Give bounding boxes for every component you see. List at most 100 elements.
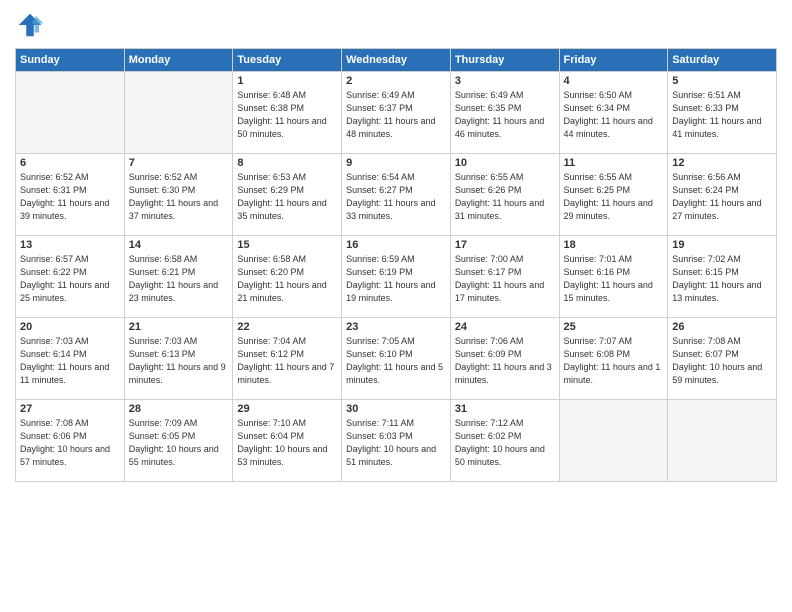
day-number: 14 — [129, 239, 229, 251]
day-number: 20 — [20, 321, 120, 333]
cell-info: Sunrise: 6:51 AMSunset: 6:33 PMDaylight:… — [672, 89, 772, 141]
cell-info: Sunrise: 6:52 AMSunset: 6:31 PMDaylight:… — [20, 171, 120, 223]
day-number: 15 — [237, 239, 337, 251]
cell-info: Sunrise: 6:55 AMSunset: 6:26 PMDaylight:… — [455, 171, 555, 223]
cell-info: Sunrise: 6:58 AMSunset: 6:21 PMDaylight:… — [129, 253, 229, 305]
calendar-table: SundayMondayTuesdayWednesdayThursdayFrid… — [15, 48, 777, 482]
logo — [15, 10, 47, 40]
day-header-thursday: Thursday — [450, 49, 559, 72]
day-number: 28 — [129, 403, 229, 415]
cell-info: Sunrise: 6:49 AMSunset: 6:35 PMDaylight:… — [455, 89, 555, 141]
calendar-cell: 27 Sunrise: 7:08 AMSunset: 6:06 PMDaylig… — [16, 400, 125, 482]
day-number: 17 — [455, 239, 555, 251]
cell-info: Sunrise: 7:03 AMSunset: 6:14 PMDaylight:… — [20, 335, 120, 387]
calendar-cell: 9 Sunrise: 6:54 AMSunset: 6:27 PMDayligh… — [342, 154, 451, 236]
cell-info: Sunrise: 7:08 AMSunset: 6:07 PMDaylight:… — [672, 335, 772, 387]
day-number: 10 — [455, 157, 555, 169]
week-row-3: 20 Sunrise: 7:03 AMSunset: 6:14 PMDaylig… — [16, 318, 777, 400]
calendar-cell: 10 Sunrise: 6:55 AMSunset: 6:26 PMDaylig… — [450, 154, 559, 236]
calendar-cell: 1 Sunrise: 6:48 AMSunset: 6:38 PMDayligh… — [233, 72, 342, 154]
cell-info: Sunrise: 7:02 AMSunset: 6:15 PMDaylight:… — [672, 253, 772, 305]
calendar-cell: 7 Sunrise: 6:52 AMSunset: 6:30 PMDayligh… — [124, 154, 233, 236]
calendar-cell: 4 Sunrise: 6:50 AMSunset: 6:34 PMDayligh… — [559, 72, 668, 154]
day-number: 22 — [237, 321, 337, 333]
calendar-cell: 14 Sunrise: 6:58 AMSunset: 6:21 PMDaylig… — [124, 236, 233, 318]
cell-info: Sunrise: 6:55 AMSunset: 6:25 PMDaylight:… — [564, 171, 664, 223]
day-number: 8 — [237, 157, 337, 169]
calendar-cell — [559, 400, 668, 482]
calendar-cell: 11 Sunrise: 6:55 AMSunset: 6:25 PMDaylig… — [559, 154, 668, 236]
calendar-cell: 5 Sunrise: 6:51 AMSunset: 6:33 PMDayligh… — [668, 72, 777, 154]
day-number: 4 — [564, 75, 664, 87]
cell-info: Sunrise: 6:58 AMSunset: 6:20 PMDaylight:… — [237, 253, 337, 305]
cell-info: Sunrise: 7:12 AMSunset: 6:02 PMDaylight:… — [455, 417, 555, 469]
cell-info: Sunrise: 6:59 AMSunset: 6:19 PMDaylight:… — [346, 253, 446, 305]
day-number: 5 — [672, 75, 772, 87]
day-number: 16 — [346, 239, 446, 251]
calendar-cell: 2 Sunrise: 6:49 AMSunset: 6:37 PMDayligh… — [342, 72, 451, 154]
calendar-cell: 30 Sunrise: 7:11 AMSunset: 6:03 PMDaylig… — [342, 400, 451, 482]
cell-info: Sunrise: 7:05 AMSunset: 6:10 PMDaylight:… — [346, 335, 446, 387]
calendar-cell: 23 Sunrise: 7:05 AMSunset: 6:10 PMDaylig… — [342, 318, 451, 400]
day-header-tuesday: Tuesday — [233, 49, 342, 72]
calendar-cell — [668, 400, 777, 482]
calendar-cell: 18 Sunrise: 7:01 AMSunset: 6:16 PMDaylig… — [559, 236, 668, 318]
main-container: SundayMondayTuesdayWednesdayThursdayFrid… — [0, 0, 792, 492]
day-number: 31 — [455, 403, 555, 415]
cell-info: Sunrise: 7:00 AMSunset: 6:17 PMDaylight:… — [455, 253, 555, 305]
cell-info: Sunrise: 6:56 AMSunset: 6:24 PMDaylight:… — [672, 171, 772, 223]
day-number: 24 — [455, 321, 555, 333]
cell-info: Sunrise: 6:50 AMSunset: 6:34 PMDaylight:… — [564, 89, 664, 141]
cell-info: Sunrise: 7:09 AMSunset: 6:05 PMDaylight:… — [129, 417, 229, 469]
day-number: 27 — [20, 403, 120, 415]
cell-info: Sunrise: 7:06 AMSunset: 6:09 PMDaylight:… — [455, 335, 555, 387]
day-header-monday: Monday — [124, 49, 233, 72]
day-number: 19 — [672, 239, 772, 251]
day-number: 25 — [564, 321, 664, 333]
calendar-cell: 12 Sunrise: 6:56 AMSunset: 6:24 PMDaylig… — [668, 154, 777, 236]
cell-info: Sunrise: 7:11 AMSunset: 6:03 PMDaylight:… — [346, 417, 446, 469]
cell-info: Sunrise: 7:10 AMSunset: 6:04 PMDaylight:… — [237, 417, 337, 469]
calendar-cell: 3 Sunrise: 6:49 AMSunset: 6:35 PMDayligh… — [450, 72, 559, 154]
calendar-cell: 28 Sunrise: 7:09 AMSunset: 6:05 PMDaylig… — [124, 400, 233, 482]
day-number: 6 — [20, 157, 120, 169]
calendar-cell — [124, 72, 233, 154]
cell-info: Sunrise: 7:08 AMSunset: 6:06 PMDaylight:… — [20, 417, 120, 469]
cell-info: Sunrise: 6:48 AMSunset: 6:38 PMDaylight:… — [237, 89, 337, 141]
calendar-cell: 19 Sunrise: 7:02 AMSunset: 6:15 PMDaylig… — [668, 236, 777, 318]
calendar-cell: 20 Sunrise: 7:03 AMSunset: 6:14 PMDaylig… — [16, 318, 125, 400]
week-row-0: 1 Sunrise: 6:48 AMSunset: 6:38 PMDayligh… — [16, 72, 777, 154]
cell-info: Sunrise: 6:57 AMSunset: 6:22 PMDaylight:… — [20, 253, 120, 305]
day-number: 30 — [346, 403, 446, 415]
day-number: 7 — [129, 157, 229, 169]
calendar-cell: 21 Sunrise: 7:03 AMSunset: 6:13 PMDaylig… — [124, 318, 233, 400]
calendar-cell: 17 Sunrise: 7:00 AMSunset: 6:17 PMDaylig… — [450, 236, 559, 318]
cell-info: Sunrise: 7:07 AMSunset: 6:08 PMDaylight:… — [564, 335, 664, 387]
day-number: 13 — [20, 239, 120, 251]
day-number: 12 — [672, 157, 772, 169]
calendar-cell: 25 Sunrise: 7:07 AMSunset: 6:08 PMDaylig… — [559, 318, 668, 400]
day-number: 3 — [455, 75, 555, 87]
header — [15, 10, 777, 40]
cell-info: Sunrise: 7:03 AMSunset: 6:13 PMDaylight:… — [129, 335, 229, 387]
calendar-cell: 29 Sunrise: 7:10 AMSunset: 6:04 PMDaylig… — [233, 400, 342, 482]
calendar-cell: 8 Sunrise: 6:53 AMSunset: 6:29 PMDayligh… — [233, 154, 342, 236]
week-row-4: 27 Sunrise: 7:08 AMSunset: 6:06 PMDaylig… — [16, 400, 777, 482]
day-number: 21 — [129, 321, 229, 333]
week-row-1: 6 Sunrise: 6:52 AMSunset: 6:31 PMDayligh… — [16, 154, 777, 236]
week-row-2: 13 Sunrise: 6:57 AMSunset: 6:22 PMDaylig… — [16, 236, 777, 318]
cell-info: Sunrise: 6:54 AMSunset: 6:27 PMDaylight:… — [346, 171, 446, 223]
day-number: 23 — [346, 321, 446, 333]
cell-info: Sunrise: 7:04 AMSunset: 6:12 PMDaylight:… — [237, 335, 337, 387]
calendar-cell: 15 Sunrise: 6:58 AMSunset: 6:20 PMDaylig… — [233, 236, 342, 318]
calendar-cell: 31 Sunrise: 7:12 AMSunset: 6:02 PMDaylig… — [450, 400, 559, 482]
day-header-saturday: Saturday — [668, 49, 777, 72]
calendar-cell — [16, 72, 125, 154]
day-number: 18 — [564, 239, 664, 251]
header-row: SundayMondayTuesdayWednesdayThursdayFrid… — [16, 49, 777, 72]
calendar-cell: 6 Sunrise: 6:52 AMSunset: 6:31 PMDayligh… — [16, 154, 125, 236]
day-number: 26 — [672, 321, 772, 333]
day-header-friday: Friday — [559, 49, 668, 72]
day-number: 29 — [237, 403, 337, 415]
logo-icon — [15, 10, 45, 40]
